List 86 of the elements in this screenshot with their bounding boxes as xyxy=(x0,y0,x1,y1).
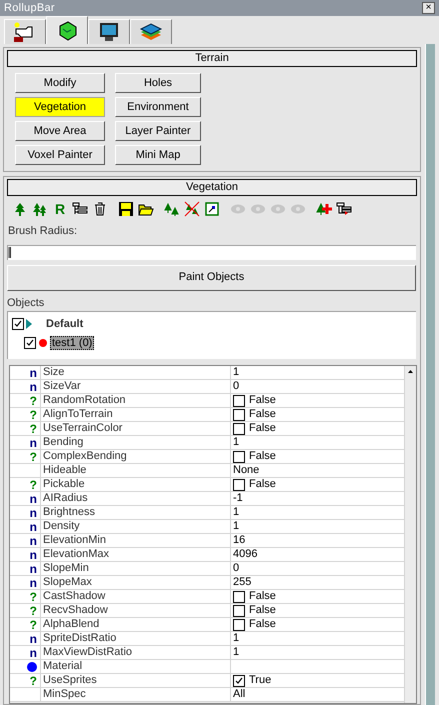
property-name: ComplexBending xyxy=(41,450,231,463)
property-name: MinSpec xyxy=(41,688,231,701)
bool-type-icon: ? xyxy=(30,604,37,616)
objects-label: Objects xyxy=(7,296,46,310)
property-value[interactable]: 1 xyxy=(233,506,240,519)
bool-type-icon: ? xyxy=(30,394,37,406)
tool-button[interactable]: Holes xyxy=(115,73,201,93)
number-type-icon: n xyxy=(30,562,37,574)
number-type-icon: n xyxy=(30,548,37,560)
property-value[interactable]: False xyxy=(249,590,276,603)
property-name: Hideable xyxy=(41,464,231,477)
property-value[interactable]: False xyxy=(249,394,276,407)
number-type-icon: n xyxy=(30,380,37,392)
tool-button[interactable]: Mini Map xyxy=(115,145,201,165)
property-name: AIRadius xyxy=(41,492,231,505)
property-name: AlignToTerrain xyxy=(41,408,231,421)
property-value[interactable]: False xyxy=(249,618,276,631)
bool-type-icon: ? xyxy=(30,478,37,490)
property-value[interactable]: 0 xyxy=(233,380,240,393)
property-value[interactable]: 1 xyxy=(233,436,240,449)
property-value[interactable]: 4096 xyxy=(233,548,258,561)
property-name: MaxViewDistRatio xyxy=(41,646,231,659)
property-value[interactable]: 1 xyxy=(233,366,240,379)
bool-type-icon: ? xyxy=(30,674,37,686)
bool-type-icon: ? xyxy=(30,450,37,462)
property-value[interactable]: -1 xyxy=(233,492,243,505)
property-value[interactable]: None xyxy=(233,464,260,477)
property-name: UseSprites xyxy=(41,674,231,687)
number-type-icon: n xyxy=(30,366,37,378)
property-value[interactable]: 0 xyxy=(233,562,240,575)
panel-header: Vegetation xyxy=(7,179,417,196)
property-name: SlopeMax xyxy=(41,576,231,589)
tool-button[interactable]: Environment xyxy=(115,97,201,117)
number-type-icon: n xyxy=(30,492,37,504)
number-type-icon: n xyxy=(30,436,37,448)
property-value[interactable]: 255 xyxy=(233,576,252,589)
paint-objects-button[interactable]: Paint Objects xyxy=(7,264,416,290)
panel-header: Terrain xyxy=(7,50,417,67)
number-type-icon: n xyxy=(30,576,37,588)
tool-button[interactable]: Move Area xyxy=(15,121,105,141)
property-value[interactable]: False xyxy=(249,422,276,435)
r-tool-icon[interactable]: R xyxy=(52,201,68,217)
property-name: ElevationMin xyxy=(41,534,231,547)
number-type-icon: n xyxy=(30,646,37,658)
close-button[interactable]: × xyxy=(422,2,435,14)
bool-type-icon: ? xyxy=(30,618,37,630)
property-name: SpriteDistRatio xyxy=(41,632,231,645)
property-value[interactable]: All xyxy=(233,688,246,701)
number-type-icon: n xyxy=(30,520,37,532)
property-name: Brightness xyxy=(41,506,231,519)
number-type-icon: n xyxy=(30,534,37,546)
property-name: RandomRotation xyxy=(41,394,231,407)
window-title: RollupBar xyxy=(4,0,55,16)
property-name: Pickable xyxy=(41,478,231,491)
property-value[interactable]: False xyxy=(249,478,276,491)
property-name: UseTerrainColor xyxy=(41,422,231,435)
property-value[interactable]: 1 xyxy=(233,520,240,533)
brush-radius-label: Brush Radius: xyxy=(7,224,78,239)
tree-item[interactable]: test1 (0) xyxy=(50,336,94,350)
property-value[interactable]: 1 xyxy=(233,632,240,645)
property-name: CastShadow xyxy=(41,590,231,603)
property-name: SlopeMin xyxy=(41,562,231,575)
property-name: SizeVar xyxy=(41,380,231,393)
property-value[interactable]: 1 xyxy=(233,646,240,659)
property-name: ElevationMax xyxy=(41,548,231,561)
tool-button[interactable]: Vegetation xyxy=(15,97,105,117)
tool-button[interactable]: Layer Painter xyxy=(115,121,201,141)
property-name: AlphaBlend xyxy=(41,618,231,631)
property-name: Material xyxy=(41,660,231,673)
bool-type-icon: ? xyxy=(30,422,37,434)
property-name: RecvShadow xyxy=(41,604,231,617)
number-type-icon: n xyxy=(30,632,37,644)
property-value[interactable]: 16 xyxy=(233,534,246,547)
tree-item[interactable]: Default xyxy=(46,316,84,332)
property-value[interactable]: False xyxy=(249,450,276,463)
number-type-icon: n xyxy=(30,506,37,518)
bool-type-icon: ? xyxy=(30,408,37,420)
property-value[interactable]: False xyxy=(249,408,276,421)
tool-button[interactable]: Modify xyxy=(15,73,105,93)
bool-type-icon: ? xyxy=(30,590,37,602)
tool-button[interactable]: Voxel Painter xyxy=(15,145,105,165)
property-value[interactable]: False xyxy=(249,604,276,617)
property-name: Size xyxy=(41,366,231,379)
property-name: Density xyxy=(41,520,231,533)
property-name: Bending xyxy=(41,436,231,449)
property-value[interactable]: True xyxy=(249,674,272,687)
